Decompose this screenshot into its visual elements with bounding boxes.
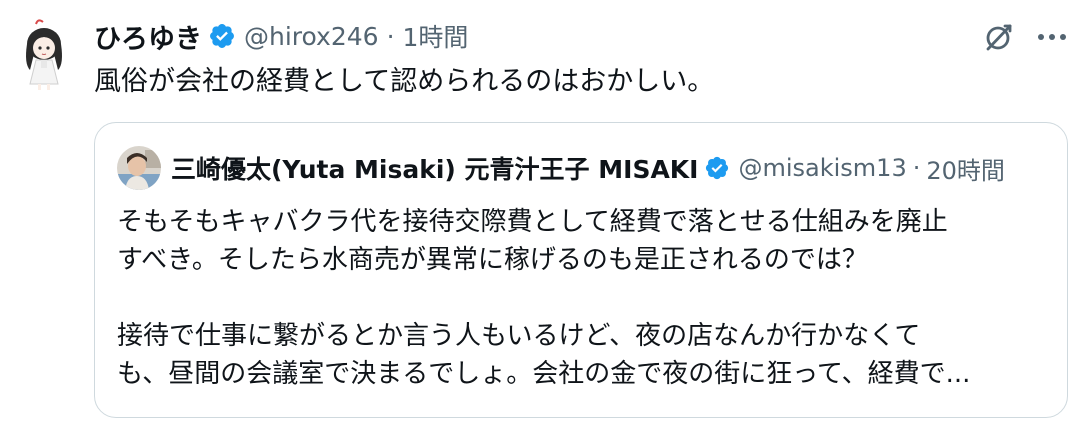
- tweet-timestamp[interactable]: 1時間: [403, 18, 469, 54]
- quoted-text-line: すべき。そしたら水商売が異常に稼げるのも是正されるのでは？: [117, 245, 868, 275]
- quoted-tweet-timestamp[interactable]: 20時間: [926, 151, 1005, 186]
- grok-button[interactable]: [980, 18, 1018, 56]
- separator-dot: ·: [386, 21, 395, 51]
- quoted-author-handle[interactable]: @misakism13: [738, 154, 906, 182]
- grok-icon: [986, 24, 1012, 51]
- more-icon: [1038, 34, 1066, 40]
- verified-badge-icon: [210, 24, 234, 48]
- quoted-author-avatar[interactable]: [117, 146, 161, 190]
- quoted-text-line: 接待で仕事に繋がるとか言う人もいるけど、夜の店なんか行かなくて: [117, 321, 921, 351]
- more-button[interactable]: [1033, 18, 1071, 56]
- verified-badge-icon: [706, 156, 729, 180]
- author-name[interactable]: ひろゆき: [94, 17, 202, 56]
- quoted-tweet-header: 三崎優太(Yuta Misaki) 元青汁王子 MISAKI @misakism…: [117, 145, 1005, 191]
- separator-dot: ·: [912, 154, 921, 182]
- tweet-text: 風俗が会社の経費として認められるのはおかしい。: [94, 66, 715, 97]
- author-handle[interactable]: @hirox246: [244, 22, 379, 51]
- quoted-tweet[interactable]: 三崎優太(Yuta Misaki) 元青汁王子 MISAKI @misakism…: [94, 122, 1068, 418]
- quoted-tweet-text: そもそもキャバクラ代を接待交際費として経費で落とせる仕組みを廃止 すべき。そした…: [117, 203, 1047, 393]
- quoted-author-name[interactable]: 三崎優太(Yuta Misaki) 元青汁王子 MISAKI: [171, 150, 698, 186]
- tweet[interactable]: ひろゆき @hirox246 · 1時間 風俗が会社の経費として認められるのはお…: [0, 0, 1092, 442]
- quoted-text-line: も、昼間の会議室で決まるでしょ。会社の金で夜の街に狂って、経費で...: [117, 359, 971, 389]
- quoted-text-line: そもそもキャバクラ代を接待交際費として経費で落とせる仕組みを廃止: [117, 207, 948, 237]
- author-avatar[interactable]: [14, 18, 74, 92]
- tweet-header: ひろゆき @hirox246 · 1時間: [94, 16, 468, 56]
